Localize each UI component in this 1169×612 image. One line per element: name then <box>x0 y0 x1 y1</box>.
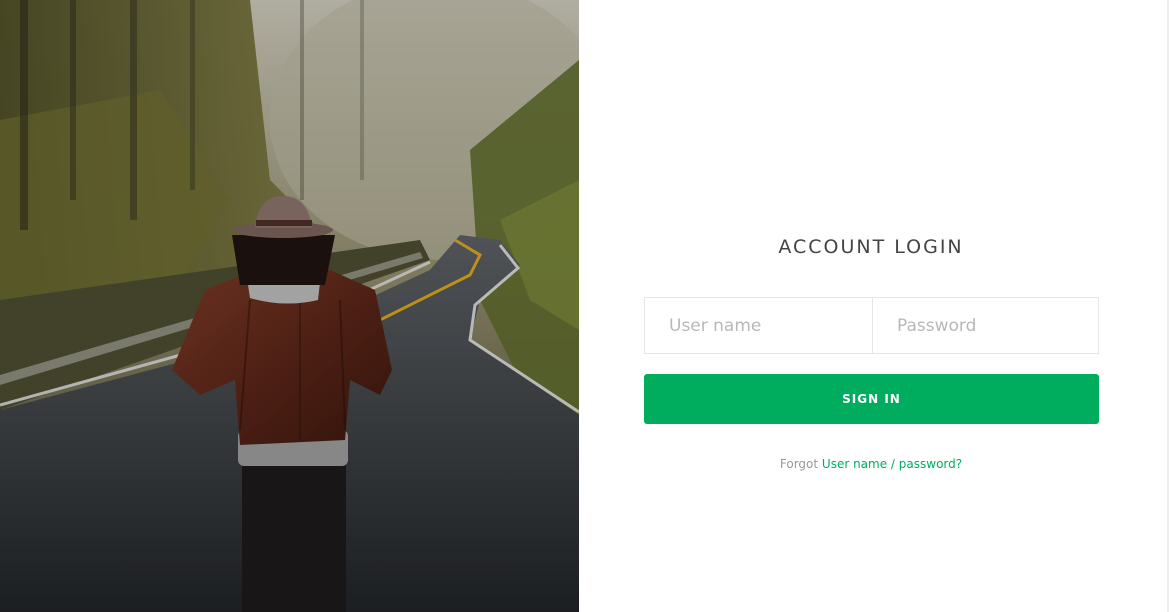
hiker-on-road-image <box>0 0 579 612</box>
credentials-row <box>644 297 1099 354</box>
login-page: ACCOUNT LOGIN SIGN IN Forgot User name /… <box>0 0 1169 612</box>
sign-in-button[interactable]: SIGN IN <box>644 374 1099 424</box>
login-panel: ACCOUNT LOGIN SIGN IN Forgot User name /… <box>579 0 1169 612</box>
forgot-credentials: Forgot User name / password? <box>579 457 1163 471</box>
password-input[interactable] <box>872 297 1099 354</box>
login-title: ACCOUNT LOGIN <box>778 236 964 258</box>
username-input[interactable] <box>644 297 872 354</box>
hero-photo <box>0 0 579 612</box>
forgot-prefix: Forgot <box>779 457 819 471</box>
forgot-credentials-link[interactable]: User name / password? <box>822 457 962 471</box>
